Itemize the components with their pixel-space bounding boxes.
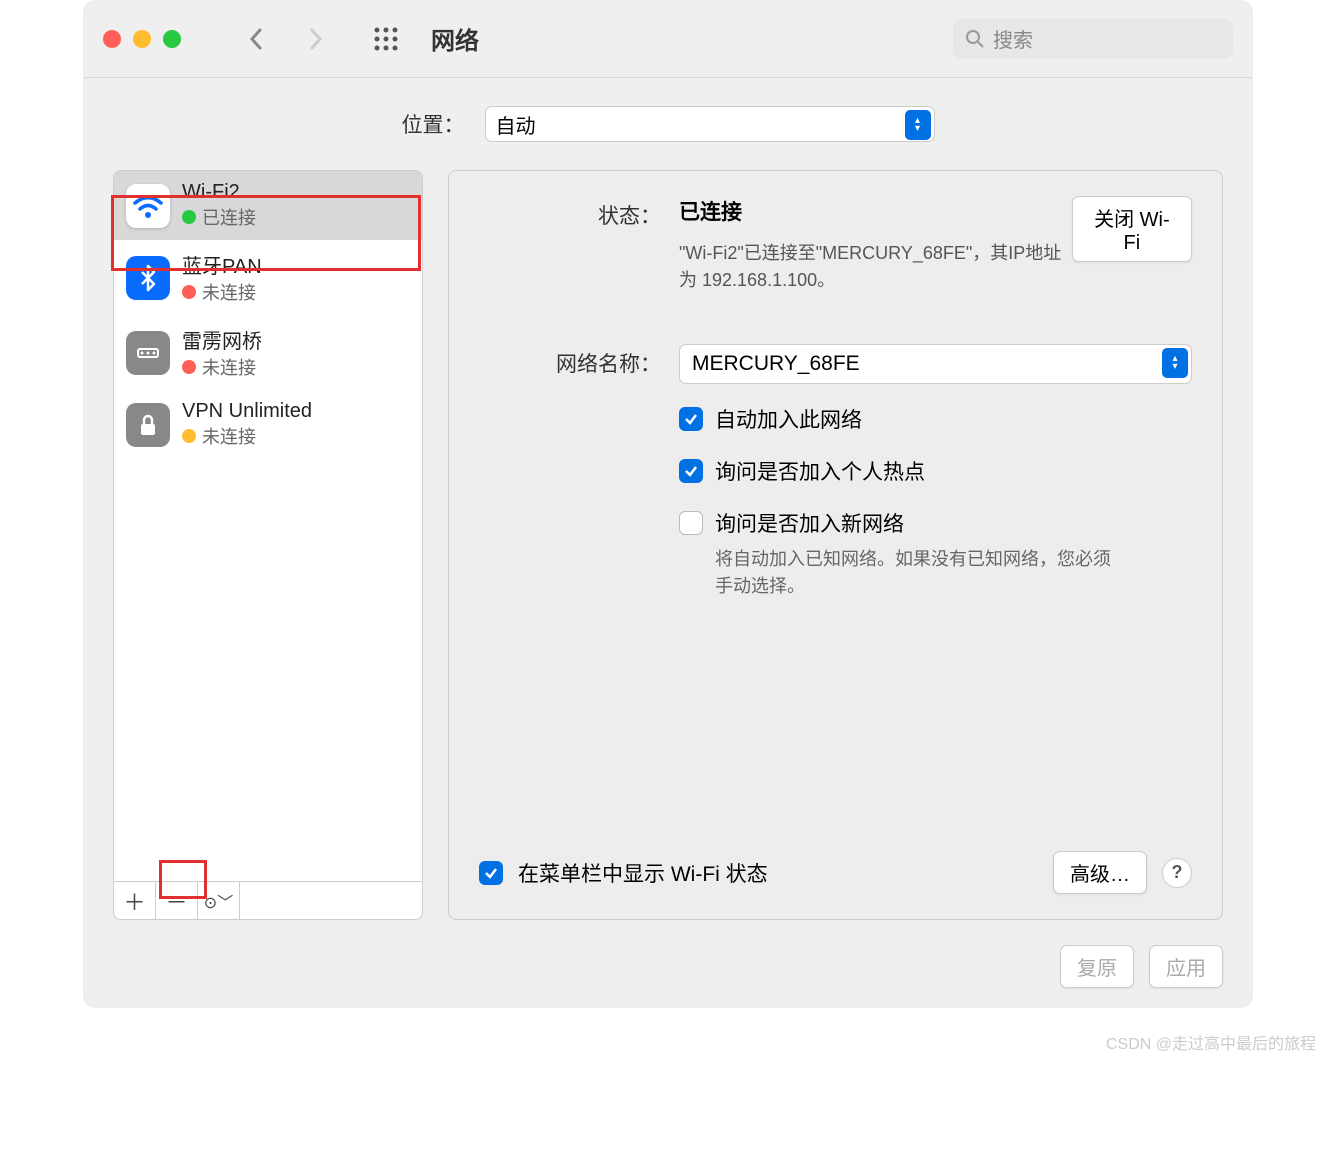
detail-panel: 状态： 已连接 "Wi-Fi2"已连接至"MERCURY_68FE"，其IP地址… xyxy=(448,170,1223,920)
sidebar-item-bluetooth[interactable]: 蓝牙PAN 未连接 xyxy=(114,240,422,315)
location-value: 自动 xyxy=(496,110,536,139)
service-info: VPN Unlimited 未连接 xyxy=(182,400,312,449)
minimize-window-button[interactable] xyxy=(133,30,151,48)
status-description: "Wi-Fi2"已连接至"MERCURY_68FE"，其IP地址为 192.16… xyxy=(679,240,1072,294)
actions-menu-button[interactable]: ⊙﹀ xyxy=(198,882,240,919)
status-row: 状态： 已连接 "Wi-Fi2"已连接至"MERCURY_68FE"，其IP地址… xyxy=(479,196,1192,294)
status-label: 状态： xyxy=(479,196,679,294)
wifi-icon xyxy=(126,184,170,228)
service-status: 未连接 xyxy=(182,279,262,305)
watermark-text: CSDN @走过高中最后的旅程 xyxy=(1106,1030,1316,1054)
traffic-lights xyxy=(103,30,181,48)
status-dot-icon xyxy=(182,360,196,374)
status-dot-icon xyxy=(182,285,196,299)
titlebar: 网络 搜索 xyxy=(83,0,1253,78)
help-button[interactable]: ? xyxy=(1162,858,1192,888)
ask-new-help-text: 将自动加入已知网络。如果没有已知网络，您必须手动选择。 xyxy=(715,546,1115,600)
ask-new-checkbox-row: 询问是否加入新网络 xyxy=(679,508,1192,538)
service-name: VPN Unlimited xyxy=(182,400,312,423)
check-icon xyxy=(683,411,699,427)
status-dot-icon xyxy=(182,210,196,224)
service-status: 未连接 xyxy=(182,423,312,449)
back-button[interactable] xyxy=(241,24,271,54)
ask-hotspot-label: 询问是否加入个人热点 xyxy=(715,456,925,486)
apply-button[interactable]: 应用 xyxy=(1149,945,1223,988)
network-name-label: 网络名称： xyxy=(479,344,679,384)
search-input[interactable]: 搜索 xyxy=(953,19,1233,59)
service-status: 未连接 xyxy=(182,354,262,380)
options-row: 自动加入此网络 询问是否加入个人热点 询问是否加入新网络 将自动加入已知网络。如… xyxy=(479,404,1192,600)
location-row: 位置： 自动 xyxy=(83,78,1253,170)
ask-new-label: 询问是否加入新网络 xyxy=(715,508,904,538)
ask-hotspot-checkbox-row: 询问是否加入个人热点 xyxy=(679,456,1192,486)
service-name: 雷雳网桥 xyxy=(182,325,262,354)
service-info: 蓝牙PAN 未连接 xyxy=(182,250,262,305)
chevron-left-icon xyxy=(248,27,264,51)
service-name: 蓝牙PAN xyxy=(182,250,262,279)
sidebar-footer: ＋ － ⊙﹀ xyxy=(114,881,422,919)
sidebar-item-vpn[interactable]: VPN Unlimited 未连接 xyxy=(114,390,422,459)
network-name-row: 网络名称： MERCURY_68FE xyxy=(479,344,1192,384)
service-name: Wi-Fi2 xyxy=(182,181,256,204)
forward-button[interactable] xyxy=(301,24,331,54)
sidebar-item-wifi[interactable]: Wi-Fi2 已连接 xyxy=(114,171,422,240)
show-all-button[interactable] xyxy=(371,24,401,54)
turn-off-wifi-button[interactable]: 关闭 Wi-Fi xyxy=(1072,196,1192,262)
search-placeholder: 搜索 xyxy=(993,24,1033,53)
close-window-button[interactable] xyxy=(103,30,121,48)
chevron-right-icon xyxy=(308,27,324,51)
advanced-button[interactable]: 高级… xyxy=(1053,851,1147,894)
thunderbolt-bridge-icon xyxy=(126,331,170,375)
remove-service-button[interactable]: － xyxy=(156,882,198,919)
ask-hotspot-checkbox[interactable] xyxy=(679,459,703,483)
sidebar-item-thunderbolt[interactable]: 雷雳网桥 未连接 xyxy=(114,315,422,390)
page-title: 网络 xyxy=(431,21,479,56)
ask-new-checkbox[interactable] xyxy=(679,511,703,535)
lock-icon xyxy=(126,403,170,447)
network-name-value: MERCURY_68FE xyxy=(692,352,860,376)
minus-icon: － xyxy=(165,885,187,917)
services-list: Wi-Fi2 已连接 蓝牙PAN 未连接 xyxy=(114,171,422,881)
check-icon xyxy=(683,463,699,479)
content-area: Wi-Fi2 已连接 蓝牙PAN 未连接 xyxy=(83,170,1253,945)
location-label: 位置： xyxy=(402,109,465,139)
updown-arrows-icon xyxy=(1162,348,1188,378)
services-sidebar: Wi-Fi2 已连接 蓝牙PAN 未连接 xyxy=(113,170,423,920)
network-preferences-window: 网络 搜索 位置： 自动 Wi-Fi2 已连接 xyxy=(83,0,1253,1008)
auto-join-checkbox-row: 自动加入此网络 xyxy=(679,404,1192,434)
show-menubar-checkbox[interactable] xyxy=(479,861,503,885)
network-name-select[interactable]: MERCURY_68FE xyxy=(679,344,1192,384)
service-info: 雷雳网桥 未连接 xyxy=(182,325,262,380)
updown-arrows-icon xyxy=(905,110,931,140)
plus-icon: ＋ xyxy=(123,885,145,917)
revert-button[interactable]: 复原 xyxy=(1060,945,1134,988)
detail-footer: 在菜单栏中显示 Wi-Fi 状态 高级… ? xyxy=(479,851,1192,894)
auto-join-label: 自动加入此网络 xyxy=(715,404,862,434)
status-dot-icon xyxy=(182,429,196,443)
bottom-buttons: 复原 应用 xyxy=(83,945,1253,1008)
bluetooth-icon xyxy=(126,256,170,300)
auto-join-checkbox[interactable] xyxy=(679,407,703,431)
nav-buttons xyxy=(241,24,331,54)
check-icon xyxy=(483,865,499,881)
service-status: 已连接 xyxy=(182,204,256,230)
grid-icon xyxy=(373,26,399,52)
service-info: Wi-Fi2 已连接 xyxy=(182,181,256,230)
maximize-window-button[interactable] xyxy=(163,30,181,48)
location-select[interactable]: 自动 xyxy=(485,106,935,142)
add-service-button[interactable]: ＋ xyxy=(114,882,156,919)
show-menubar-label: 在菜单栏中显示 Wi-Fi 状态 xyxy=(518,858,768,888)
status-value: 已连接 xyxy=(679,196,1072,226)
question-icon: ? xyxy=(1172,862,1183,883)
search-icon xyxy=(965,29,985,49)
ellipsis-chevron-icon: ⊙﹀ xyxy=(204,889,233,913)
